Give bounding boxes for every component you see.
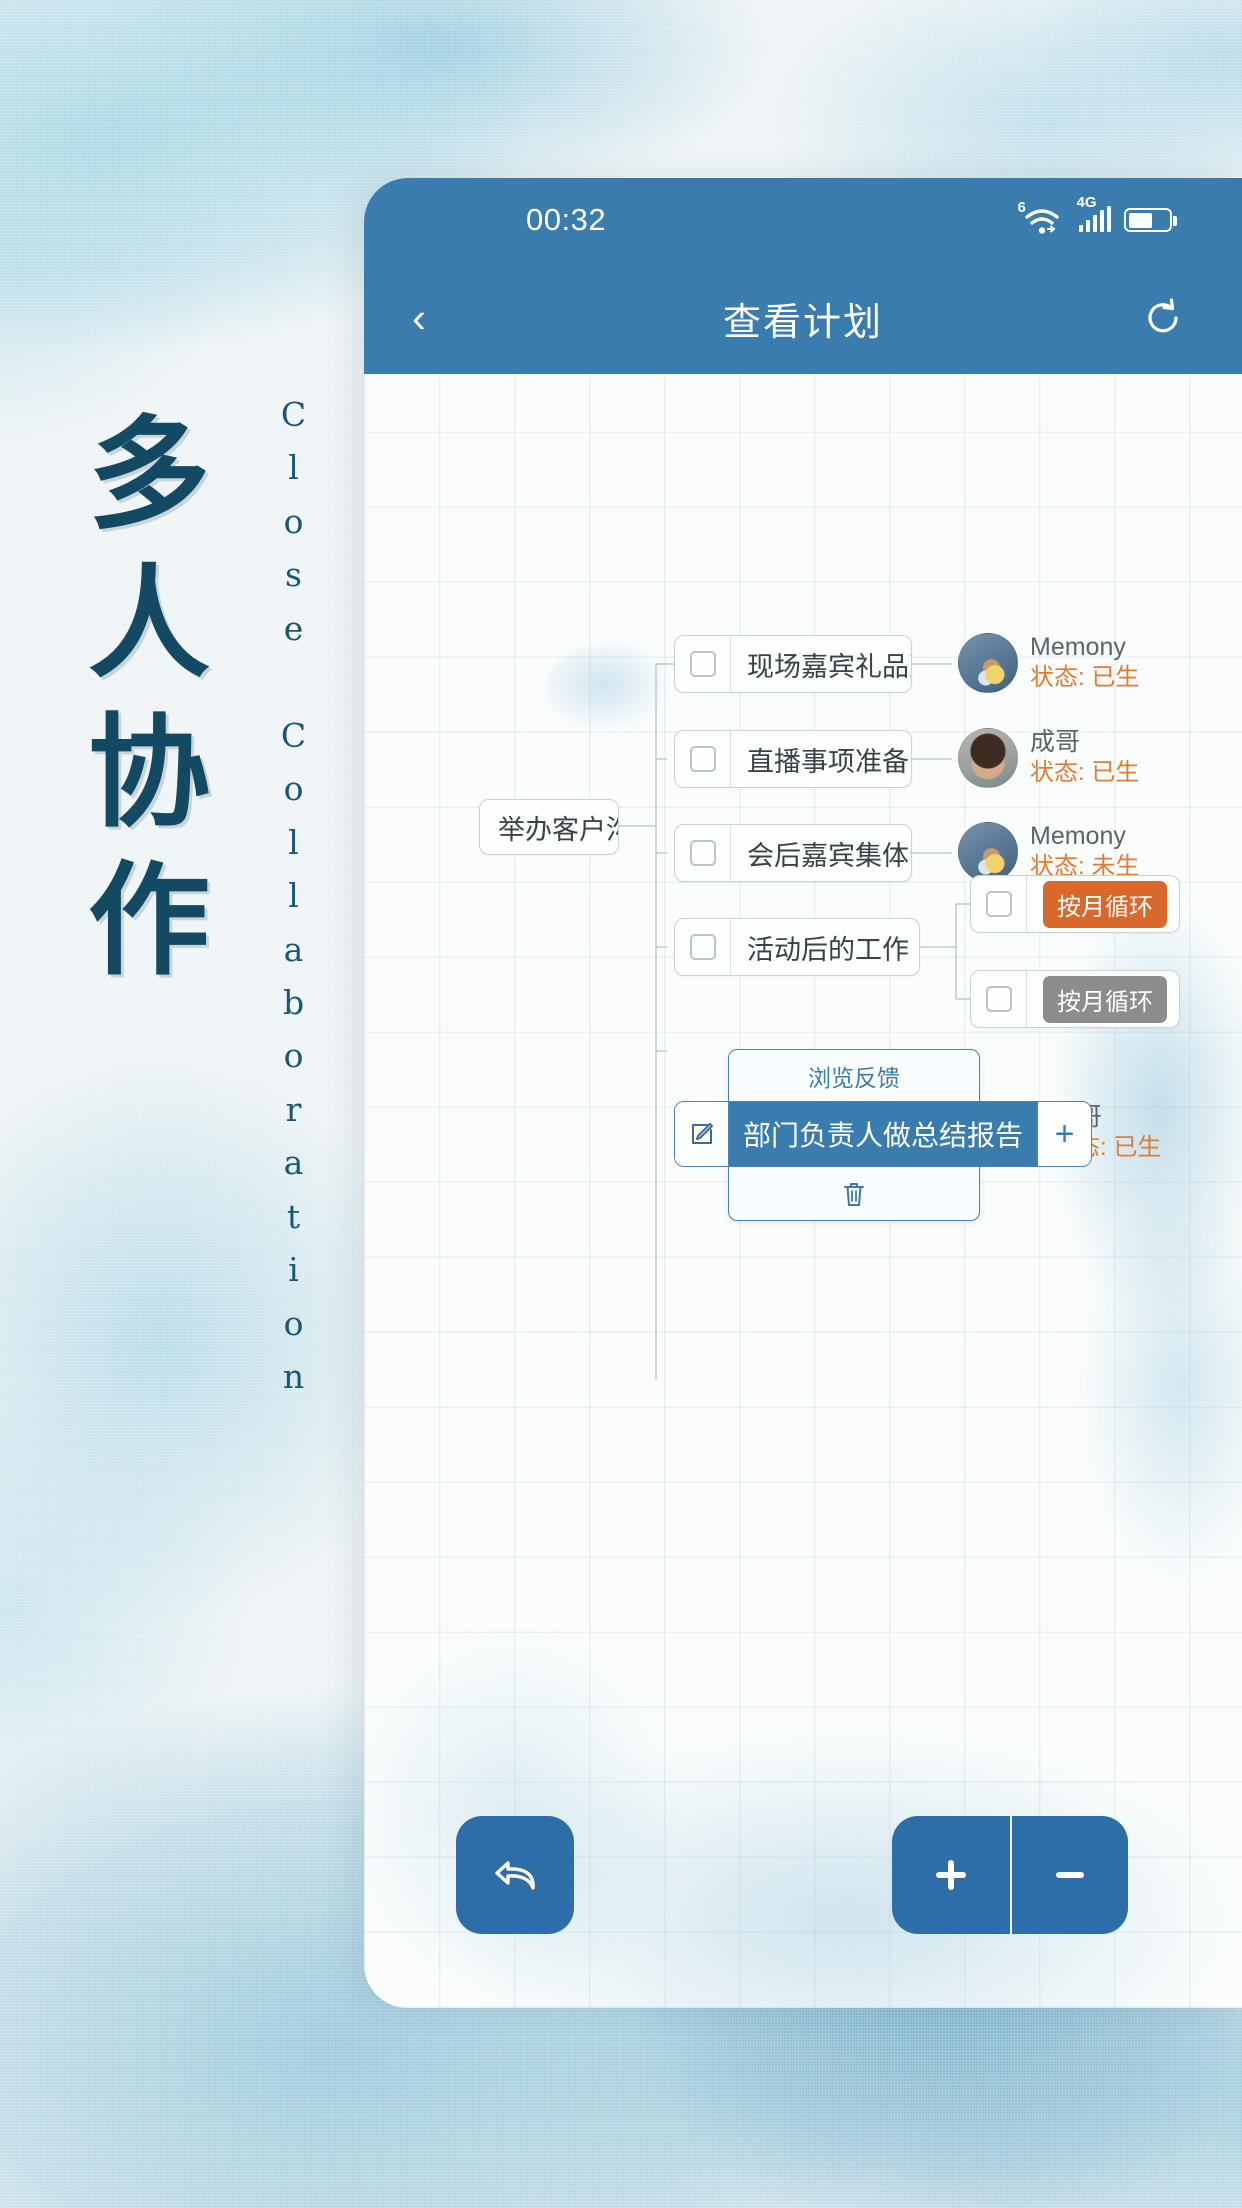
headline-en-char: C — [280, 395, 308, 434]
headline-en-char: l — [288, 448, 300, 488]
task-node[interactable]: 直播事项准备 0 — [674, 730, 912, 788]
status-bar: 00:32 6 4G — [364, 178, 1242, 262]
headline-en-char: o — [283, 1036, 305, 1076]
headline-en-char: C — [280, 715, 308, 755]
assignee-status-value: 已生 — [1113, 1134, 1162, 1162]
avatar — [958, 632, 1018, 693]
phone-mockup: 00:32 6 4G ‹ 查看计划 举办客户 现场嘉宾礼品 Memony 状态:… — [364, 178, 1242, 2008]
poster-headline-cn: 多 人 协 作 — [88, 400, 212, 995]
undo-button[interactable] — [456, 1816, 574, 1934]
headline-char-2: 人 — [88, 550, 212, 695]
headline-char-1: 多 — [88, 402, 212, 546]
headline-en-char: l — [288, 822, 300, 862]
undo-icon — [495, 1861, 535, 1890]
page-title: 查看计划 — [722, 301, 883, 344]
status-bar-icons: 6 4G — [1018, 194, 1177, 237]
status-bar-clock: 00:32 — [526, 202, 607, 237]
selected-task-node[interactable]: 部门负责人做总结报告 + — [674, 1101, 1093, 1167]
root-node-label: 举办客户沟通交流会 — [498, 814, 618, 845]
task-label: 现场嘉宾礼品准备 — [747, 651, 911, 682]
back-button[interactable]: ‹ — [412, 297, 426, 339]
avatar — [958, 727, 1018, 788]
headline-en-char: a — [283, 1143, 305, 1183]
poster-background: 多 人 协 作 C l o s e C o l l a b o r a t i … — [0, 0, 1242, 2208]
context-menu-delete[interactable] — [729, 1168, 979, 1220]
headline-en-space — [272, 655, 316, 708]
refresh-icon[interactable] — [1142, 297, 1184, 339]
headline-char-4: 作 — [88, 848, 212, 993]
assignee-meta: Memony 状态: 未生 — [1030, 821, 1139, 882]
avatar — [958, 821, 1018, 882]
signal-bars — [1078, 206, 1111, 232]
branch-checkbox[interactable] — [675, 919, 731, 975]
task-assignee[interactable]: 成哥 状态: 已生 — [958, 727, 1139, 788]
headline-en-char: a — [283, 929, 305, 969]
headline-en-char: b — [282, 982, 306, 1022]
minus-icon — [1056, 1872, 1084, 1878]
branch-node[interactable]: 活动后的工作 › — [674, 918, 920, 976]
add-child-button[interactable]: + — [1037, 1102, 1092, 1166]
headline-en-char: o — [283, 501, 305, 541]
headline-en-char: l — [288, 876, 300, 916]
assignee-status-label: 状态: — [1030, 759, 1085, 787]
assignee-status-label: 状态: — [1030, 664, 1085, 692]
headline-en-char: r — [285, 1089, 303, 1129]
task-label: 直播事项准备 — [747, 746, 909, 777]
headline-en-char: t — [286, 1196, 302, 1236]
plus-icon — [936, 1860, 966, 1890]
app-header: ‹ 查看计划 — [364, 262, 1242, 374]
zoom-out-button[interactable] — [1010, 1816, 1128, 1934]
assignee-status: 状态: 已生 — [1030, 758, 1139, 788]
assignee-status-value: 已生 — [1091, 759, 1140, 787]
branch-label: 活动后的工作 — [747, 934, 909, 965]
task-assignee[interactable]: Memony 状态: 已生 — [958, 632, 1139, 693]
recurring-node[interactable]: 按月循环 — [970, 875, 1180, 933]
task-node[interactable]: 会后嘉宾集体合影 0 — [674, 824, 912, 882]
headline-en-char: e — [283, 608, 305, 648]
headline-en-char: i — [288, 1250, 300, 1290]
headline-en-char: s — [285, 555, 303, 595]
assignee-meta: 成哥 状态: 已生 — [1030, 727, 1139, 788]
headline-en-char: o — [283, 1303, 305, 1343]
zoom-in-button[interactable] — [892, 1816, 1010, 1934]
headline-char-3: 协 — [88, 699, 212, 844]
cellular-signal-icon: 4G — [1077, 194, 1111, 232]
headline-en-char: o — [283, 769, 305, 809]
selected-task-label: 部门负责人做总结报告 — [729, 1102, 1038, 1166]
recurring-node[interactable]: 按月循环 — [970, 970, 1180, 1028]
status-badge: 按月循环 — [1043, 975, 1167, 1023]
battery-icon — [1124, 208, 1177, 232]
recurring-label-cell: 按月循环 — [1027, 876, 1179, 932]
assignee-name: Memony — [1030, 822, 1126, 850]
selected-node-group: 浏览反馈 部门负责人做总结报告 + — [674, 1049, 1093, 1221]
network-type-label: 4G — [1076, 194, 1097, 211]
recurring-label-cell: 按月循环 — [1027, 971, 1179, 1027]
wifi-generation-label: 6 — [1017, 199, 1026, 216]
edit-icon[interactable] — [675, 1102, 729, 1166]
recurring-checkbox[interactable] — [971, 876, 1027, 932]
battery-fill — [1128, 212, 1152, 228]
task-label: 会后嘉宾集体合影 — [747, 840, 911, 871]
task-checkbox[interactable] — [675, 636, 731, 692]
recurring-checkbox[interactable] — [971, 971, 1027, 1027]
task-checkbox[interactable] — [675, 825, 731, 881]
wifi-icon: 6 — [1018, 199, 1064, 237]
context-menu-browse-feedback[interactable]: 浏览反馈 — [729, 1050, 979, 1102]
delete-icon — [844, 1183, 864, 1206]
mindmap-tree: 举办客户沟通交流会 › 现场嘉宾礼品准备 0 Memony 状态: 已生 — [364, 374, 1242, 2008]
task-assignee[interactable]: Memony 状态: 未生 — [958, 821, 1139, 882]
poster-headline-en: C l o s e C o l l a b o r a t i o n — [272, 388, 316, 1404]
assignee-status-value: 已生 — [1091, 664, 1140, 692]
assignee-meta: Memony 状态: 已生 — [1030, 632, 1139, 693]
status-badge: 按月循环 — [1043, 880, 1167, 928]
assignee-name: 成哥 — [1030, 728, 1081, 756]
zoom-controls — [892, 1816, 1128, 1934]
assignee-status: 状态: 已生 — [1030, 663, 1139, 693]
assignee-name: Memony — [1030, 633, 1126, 661]
mindmap-root-node[interactable]: 举办客户沟通交流会 › — [479, 799, 619, 855]
task-checkbox[interactable] — [675, 731, 731, 787]
task-node[interactable]: 现场嘉宾礼品准备 0 — [674, 635, 912, 693]
mindmap-canvas[interactable]: 举办客户沟通交流会 › 现场嘉宾礼品准备 0 Memony 状态: 已生 — [364, 374, 1242, 2008]
headline-en-char: n — [282, 1357, 306, 1397]
